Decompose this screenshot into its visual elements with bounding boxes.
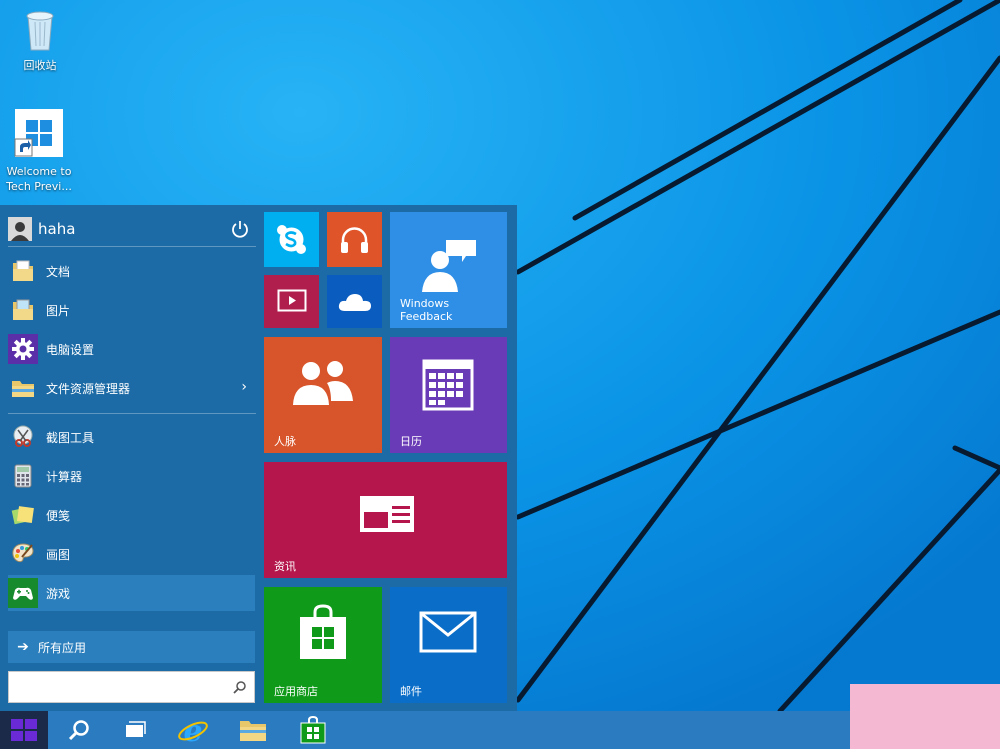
store-bag-icon — [300, 604, 346, 659]
start-item-label: 截图工具 — [46, 430, 95, 445]
pictures-folder-icon — [8, 295, 38, 325]
onedrive-cloud-icon — [338, 294, 371, 311]
start-button[interactable] — [0, 711, 48, 749]
search-input[interactable] — [9, 672, 224, 702]
headphones-icon — [341, 227, 368, 253]
tile-calendar[interactable]: 日历 — [390, 337, 507, 453]
tile-label: Windows Feedback — [400, 297, 453, 323]
newspaper-icon — [360, 496, 414, 532]
all-apps-label: 所有应用 — [38, 640, 87, 655]
documents-folder-icon — [8, 256, 38, 286]
desktop-icon-label: 回收站 — [23, 59, 57, 72]
store-button[interactable] — [290, 711, 336, 749]
start-item-snipping-tool[interactable]: 截图工具 — [8, 419, 255, 455]
start-item-label: 计算器 — [46, 469, 83, 484]
desktop-icon-welcome[interactable]: Welcome to Tech Previ... — [1, 108, 77, 194]
desktop-icon-label: Welcome to Tech Previ... — [6, 165, 72, 193]
windows-shortcut-icon — [14, 109, 63, 157]
gear-icon — [8, 334, 38, 364]
start-item-label: 便笺 — [46, 508, 71, 523]
tile-people[interactable]: 人脉 — [264, 337, 382, 453]
start-menu: haha 文档 图片 电脑设置 文件资源管理器 › 截图工具 计算器 便笺 画图… — [0, 205, 517, 711]
start-item-label: 画图 — [46, 547, 71, 562]
folder-icon — [240, 721, 266, 741]
tile-mail[interactable]: 邮件 — [390, 587, 507, 703]
taskbar: e — [0, 684, 1000, 749]
separator — [8, 246, 256, 247]
recycle-bin-icon — [26, 11, 54, 51]
start-item-label: 游戏 — [46, 586, 71, 601]
tile-onedrive[interactable] — [327, 275, 382, 328]
task-view-button[interactable] — [112, 711, 158, 749]
windows-logo-icon — [11, 719, 37, 741]
calendar-icon — [422, 359, 474, 411]
tile-windows-feedback[interactable]: Windows Feedback — [390, 212, 507, 328]
start-item-label: 电脑设置 — [46, 342, 95, 357]
snipping-tool-icon — [8, 422, 38, 452]
start-item-label: 文档 — [46, 264, 71, 279]
tile-label: 资讯 — [274, 560, 296, 573]
internet-explorer-button[interactable]: e — [170, 711, 216, 749]
user-name: haha — [38, 220, 76, 238]
user-avatar-icon — [8, 217, 32, 241]
start-item-pc-settings[interactable]: 电脑设置 — [8, 331, 255, 367]
calculator-icon — [8, 461, 38, 491]
people-icon — [293, 361, 353, 405]
start-item-sticky-notes[interactable]: 便笺 — [8, 497, 255, 533]
search-icon — [68, 720, 89, 741]
start-item-label: 文件资源管理器 — [46, 381, 131, 396]
start-item-calculator[interactable]: 计算器 — [8, 458, 255, 494]
video-icon — [277, 289, 307, 312]
arrow-right-icon: ➔ — [17, 639, 29, 655]
skype-icon — [277, 225, 306, 254]
start-item-pictures[interactable]: 图片 — [8, 292, 255, 328]
start-item-label: 图片 — [46, 303, 71, 318]
notification-area — [850, 684, 1000, 749]
paint-palette-icon — [8, 539, 38, 569]
file-explorer-icon — [8, 373, 38, 403]
search-button[interactable] — [56, 711, 102, 749]
power-icon[interactable] — [228, 217, 252, 241]
chevron-right-icon[interactable]: › — [241, 379, 247, 395]
file-explorer-button[interactable] — [230, 711, 276, 749]
start-item-documents[interactable]: 文档 — [8, 253, 255, 289]
task-view-icon — [126, 721, 146, 737]
tile-store[interactable]: 应用商店 — [264, 587, 382, 703]
tile-label: 日历 — [400, 435, 422, 448]
user-account[interactable]: haha — [8, 213, 256, 245]
start-item-games[interactable]: 游戏 — [8, 575, 255, 611]
tile-music[interactable] — [327, 212, 382, 267]
store-bag-icon — [300, 715, 326, 744]
mail-envelope-icon — [419, 611, 477, 653]
internet-explorer-icon: e — [178, 714, 208, 746]
tile-label: 邮件 — [400, 685, 422, 698]
gamepad-icon — [8, 578, 38, 608]
tile-skype[interactable] — [264, 212, 319, 267]
start-search-box — [8, 671, 255, 703]
tile-news[interactable]: 资讯 — [264, 462, 507, 578]
tile-video[interactable] — [264, 275, 319, 328]
separator — [8, 413, 256, 414]
tile-label: 人脉 — [274, 435, 296, 448]
start-menu-left-pane: haha 文档 图片 电脑设置 文件资源管理器 › 截图工具 计算器 便笺 画图… — [0, 205, 263, 711]
start-item-paint[interactable]: 画图 — [8, 536, 255, 572]
search-icon[interactable] — [233, 679, 247, 698]
start-item-file-explorer[interactable]: 文件资源管理器 › — [8, 370, 255, 406]
svg-text:e: e — [183, 714, 202, 746]
sticky-notes-icon — [8, 500, 38, 530]
feedback-person-icon — [422, 240, 476, 292]
all-apps-button[interactable]: ➔ 所有应用 — [8, 631, 255, 663]
desktop-icon-recycle-bin[interactable]: 回收站 — [2, 6, 78, 73]
tile-label: 应用商店 — [274, 685, 318, 698]
